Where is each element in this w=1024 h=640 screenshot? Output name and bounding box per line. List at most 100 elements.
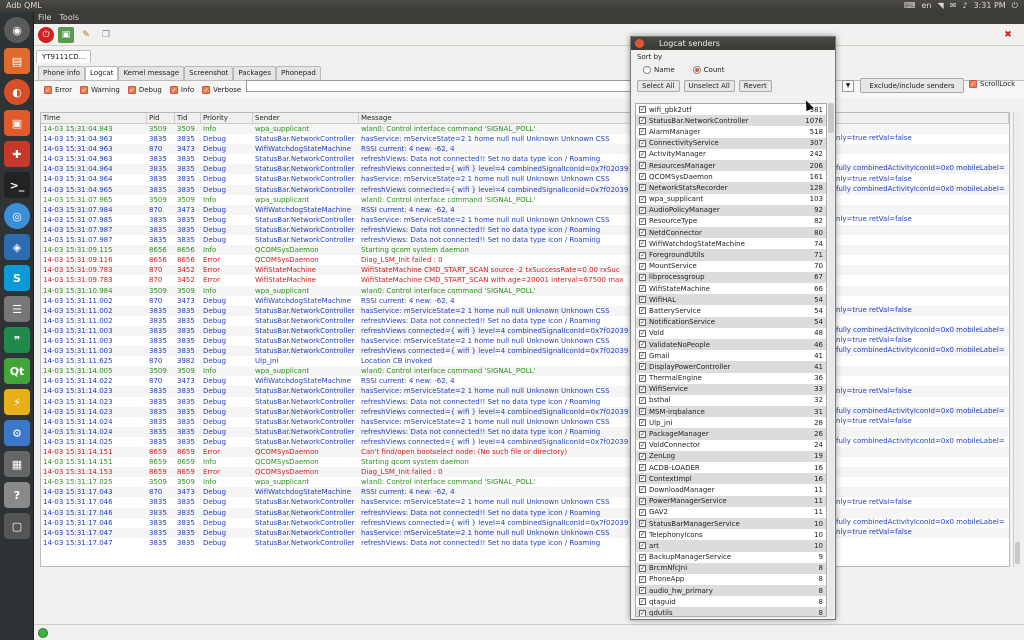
checkbox-icon[interactable]: ✓: [639, 307, 646, 315]
system-settings-icon[interactable]: ⚙: [4, 420, 30, 446]
filter-error[interactable]: ✓ Error: [44, 85, 72, 94]
qt-icon[interactable]: Qt: [4, 358, 30, 384]
sender-list-item[interactable]: ✓ ZenLog 19: [636, 450, 826, 462]
keyboard-icon[interactable]: ⌨: [904, 0, 916, 12]
tab-logcat[interactable]: Logcat: [85, 66, 119, 80]
sender-list-item[interactable]: ✓ libprocessgroup 67: [636, 271, 826, 283]
disk-icon[interactable]: ☰: [4, 296, 30, 322]
radio-icon[interactable]: [643, 66, 651, 74]
revert-button[interactable]: Revert: [738, 80, 772, 92]
sender-list-item[interactable]: ✓ wifi_gbk2utf 381: [636, 104, 826, 115]
filter-debug[interactable]: ✓ Debug: [127, 85, 162, 94]
log-scrollbar[interactable]: [1013, 112, 1020, 567]
dash-icon[interactable]: ◉: [4, 17, 30, 43]
scroll-thumb[interactable]: [828, 103, 834, 133]
col-sender[interactable]: Sender: [253, 113, 359, 123]
checkbox-icon[interactable]: ✓: [639, 229, 646, 237]
sender-list-item[interactable]: ✓ MSM-irqbalance 31: [636, 406, 826, 418]
sender-list-item[interactable]: ✓ Vold 48: [636, 328, 826, 339]
checkbox-icon[interactable]: ✓: [639, 575, 646, 583]
sender-list-item[interactable]: ✓ ACDB-LOADER 16: [636, 462, 826, 473]
sender-list-item[interactable]: ✓ DisplayPowerController 41: [636, 361, 826, 373]
table-row[interactable]: 14-03 15:31:07.965 3509 3509 Info wpa_suppli…: [41, 195, 1009, 205]
checkbox-icon[interactable]: ✓: [639, 396, 646, 404]
sender-list-item[interactable]: ✓ ContextImpl 16: [636, 473, 826, 485]
sender-list-item[interactable]: ✓ WifiHAL 54: [636, 294, 826, 306]
checkbox-icon[interactable]: ✓: [639, 329, 646, 337]
checkbox-icon[interactable]: ✓: [639, 430, 646, 438]
table-row[interactable]: 14-03 15:31:17.025 3509 3509 Info wpa_suppli…: [41, 477, 1009, 487]
checkbox-icon[interactable]: ✓: [639, 128, 646, 136]
checkbox-icon[interactable]: ✓: [202, 85, 211, 94]
sender-list-item[interactable]: ✓ bsthal 32: [636, 395, 826, 406]
sender-list-item[interactable]: ✓ WifiService 33: [636, 383, 826, 395]
col-time[interactable]: Time: [41, 113, 147, 123]
select-all-button[interactable]: Select All: [637, 80, 680, 92]
unselect-all-button[interactable]: Unselect All: [683, 80, 735, 92]
checkbox-icon[interactable]: ✓: [639, 106, 646, 114]
help-icon[interactable]: ?: [4, 482, 30, 508]
calculator-icon[interactable]: ▦: [4, 451, 30, 477]
tool-icon[interactable]: ✖: [1000, 27, 1016, 43]
chrome-icon[interactable]: ◎: [4, 203, 30, 229]
firefox-icon[interactable]: ◐: [4, 79, 30, 105]
sender-list-item[interactable]: ✓ NotificationService 54: [636, 316, 826, 328]
unknown-app-icon[interactable]: ▢: [4, 513, 30, 539]
table-row[interactable]: 14-03 15:31:07.987 3835 3835 Debug StatusBar…: [41, 235, 1009, 245]
sender-list-item[interactable]: ✓ StatusBarManagerService 10: [636, 517, 826, 530]
mail-icon[interactable]: ✉: [950, 0, 957, 12]
checkbox-icon[interactable]: ✓: [639, 240, 646, 248]
checkbox-icon[interactable]: ✓: [639, 273, 646, 281]
sender-list-item[interactable]: ✓ GAV2 11: [636, 507, 826, 518]
software-center-icon[interactable]: ▣: [4, 110, 30, 136]
checkbox-icon[interactable]: ✓: [639, 352, 646, 360]
col-priority[interactable]: Priority: [201, 113, 253, 123]
tab-packages[interactable]: Packages: [233, 66, 276, 80]
checkbox-icon[interactable]: ✓: [639, 139, 646, 147]
sender-list-item[interactable]: ✓ ValidateNoPeople 46: [636, 338, 826, 351]
sender-list-item[interactable]: ✓ VoldConnector 24: [636, 440, 826, 451]
col-tid[interactable]: Tid: [175, 113, 201, 123]
sender-list-item[interactable]: ✓ BrcmNfcJni 8: [636, 562, 826, 574]
lang-indicator[interactable]: en: [921, 0, 931, 12]
checkbox-icon[interactable]: ✓: [639, 542, 646, 550]
checkbox-icon[interactable]: ✓: [639, 486, 646, 494]
thunderbird-icon[interactable]: ◈: [4, 234, 30, 260]
table-row[interactable]: 14-03 15:31:14.151 8659 8659 Error QCOMSysDa…: [41, 447, 1009, 458]
table-row[interactable]: 14-03 15:31:14.153 8659 8659 Error QCOMSysDa…: [41, 467, 1009, 478]
sender-list-item[interactable]: ✓ StatusBar.NetworkController 1076: [636, 115, 826, 127]
sender-list-item[interactable]: ✓ Gmail 41: [636, 350, 826, 361]
sender-list-scrollbar[interactable]: [828, 103, 834, 617]
sender-list-item[interactable]: ✓ NetworkStatsRecorder 128: [636, 182, 826, 194]
scroll-thumb[interactable]: [1015, 542, 1020, 564]
checkbox-icon[interactable]: ✓: [969, 80, 977, 88]
skype-icon[interactable]: S: [4, 265, 30, 291]
filter-verbose[interactable]: ✓ Verbose: [202, 85, 241, 94]
checkbox-icon[interactable]: ✓: [639, 195, 646, 203]
checkbox-icon[interactable]: ✓: [639, 464, 646, 472]
table-row[interactable]: 14-03 15:31:11.625 870 3982 Debug Ulp_jni Loc…: [41, 356, 1009, 366]
settings-tool-icon[interactable]: ✚: [4, 141, 30, 167]
clear-broom-icon[interactable]: ✎: [78, 27, 94, 43]
tab-kernel-message[interactable]: Kernel message: [118, 66, 185, 80]
sender-list-item[interactable]: ✓ ThermalEngine 36: [636, 373, 826, 384]
sender-list-item[interactable]: ✓ art 10: [636, 540, 826, 552]
checkbox-icon[interactable]: ✓: [639, 598, 646, 606]
sender-list-item[interactable]: ✓ QCOMSysDaemon 161: [636, 171, 826, 182]
sender-list-item[interactable]: ✓ AudioPolicyManager 92: [636, 204, 826, 216]
table-row[interactable]: 14-03 15:31:09.783 870 3452 Error WifiStateM…: [41, 275, 1009, 285]
checkbox-icon[interactable]: ✓: [639, 162, 646, 170]
sender-list-item[interactable]: ✓ PackageManager 26: [636, 428, 826, 440]
lightning-icon[interactable]: ⚡: [4, 389, 30, 415]
copy-icon[interactable]: ❐: [98, 27, 114, 43]
checkbox-icon[interactable]: ✓: [127, 85, 136, 94]
checkbox-icon[interactable]: ✓: [639, 251, 646, 259]
clock[interactable]: 3:31 PM: [973, 0, 1005, 12]
exclude-include-senders-button[interactable]: Exclude/include senders: [860, 78, 964, 93]
sender-list-item[interactable]: ✓ DownloadManager 11: [636, 484, 826, 495]
checkbox-icon[interactable]: ✓: [639, 341, 646, 349]
checkbox-icon[interactable]: ✓: [639, 553, 646, 561]
hangouts-icon[interactable]: ❞: [4, 327, 30, 353]
checkbox-icon[interactable]: ✓: [639, 318, 646, 326]
sender-list-item[interactable]: ✓ WifiWatchdogStateMachine 74: [636, 238, 826, 249]
